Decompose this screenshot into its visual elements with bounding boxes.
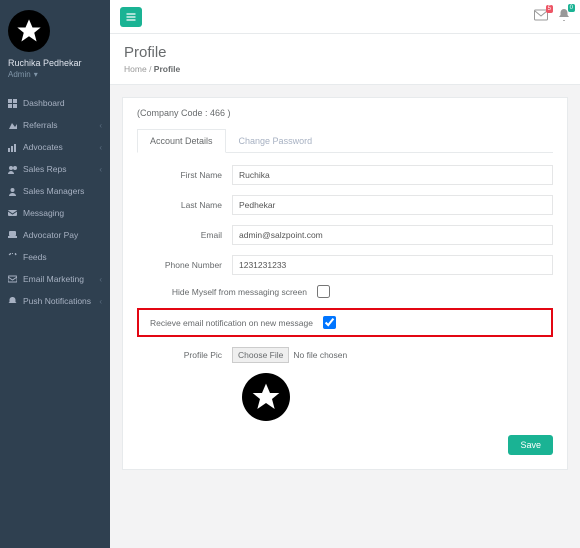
hide-myself-label: Hide Myself from messaging screen [137,287,317,297]
sidebar-item-label: Advocator Pay [23,230,78,240]
sidebar-item-label: Push Notifications [23,296,91,306]
sidebar-item-label: Feeds [23,252,47,262]
star-icon [15,17,43,45]
nav-icon [8,165,17,174]
hamburger-button[interactable] [120,7,142,27]
tab-account-details[interactable]: Account Details [137,129,226,153]
sidebar-item-label: Messaging [23,208,64,218]
hamburger-icon [126,12,136,22]
phone-label: Phone Number [137,260,232,270]
sidebar-item-label: Advocates [23,142,63,152]
nav-icon [8,253,17,262]
phone-input[interactable] [232,255,553,275]
page-heading: Profile Home / Profile [110,34,580,85]
choose-file-button[interactable]: Choose File [232,347,289,363]
sidebar-item-label: Sales Reps [23,164,66,174]
profile-pic-label: Profile Pic [137,350,232,360]
nav-icon [8,231,17,240]
breadcrumb-home[interactable]: Home [124,64,147,74]
email-label: Email [137,230,232,240]
nav-icon [8,209,17,218]
sidebar-item-label: Referrals [23,120,57,130]
main: 5 0 Profile Home / Profile (Company Code… [110,0,580,548]
chevron-left-icon: ‹ [99,121,102,130]
chevron-left-icon: ‹ [99,297,102,306]
sidebar-item-push-notifications[interactable]: Push Notifications ‹ [0,290,110,312]
user-role-toggle[interactable]: Admin ▾ [8,70,38,79]
sidebar-nav: Dashboard Referrals ‹ Advocates ‹ Sales Reps ‹… [0,92,110,312]
breadcrumb-current: Profile [154,64,180,74]
email-notification-highlight: Recieve email notification on new messag… [137,308,553,337]
sidebar-item-email-marketing[interactable]: Email Marketing ‹ [0,268,110,290]
email-notification-label: Recieve email notification on new messag… [143,318,323,328]
last-name-label: Last Name [137,200,232,210]
bell-button[interactable]: 0 [558,8,570,25]
save-button[interactable]: Save [508,435,553,455]
nav-icon [8,187,17,196]
nav-icon [8,121,17,130]
sidebar-item-sales-managers[interactable]: Sales Managers [0,180,110,202]
company-code: (Company Code : 466 ) [137,108,553,118]
chevron-left-icon: ‹ [99,275,102,284]
email-input[interactable] [232,225,553,245]
breadcrumb: Home / Profile [124,64,566,74]
profile-pic-preview [242,373,290,421]
bell-badge: 0 [568,4,575,12]
tabs: Account Details Change Password [137,128,553,153]
sidebar-item-messaging[interactable]: Messaging [0,202,110,224]
sidebar: Ruchika Pedhekar Admin ▾ Dashboard Referr… [0,0,110,548]
mail-button[interactable]: 5 [534,9,548,24]
content: (Company Code : 466 ) Account Details Ch… [110,85,580,548]
first-name-input[interactable] [232,165,553,185]
chevron-left-icon: ‹ [99,143,102,152]
first-name-label: First Name [137,170,232,180]
sidebar-item-advocates[interactable]: Advocates ‹ [0,136,110,158]
chevron-left-icon: ‹ [99,165,102,174]
file-status: No file chosen [293,350,347,360]
profile-panel: (Company Code : 466 ) Account Details Ch… [122,97,568,470]
sidebar-item-dashboard[interactable]: Dashboard [0,92,110,114]
tab-change-password[interactable]: Change Password [226,129,326,153]
sidebar-item-referrals[interactable]: Referrals ‹ [0,114,110,136]
sidebar-item-feeds[interactable]: Feeds [0,246,110,268]
form-actions: Save [137,435,553,455]
sidebar-item-label: Dashboard [23,98,65,108]
user-role-label: Admin [8,70,31,79]
avatar [8,10,50,52]
topbar-icons: 5 0 [534,8,570,25]
nav-icon [8,99,17,108]
nav-icon [8,297,17,306]
sidebar-item-sales-reps[interactable]: Sales Reps ‹ [0,158,110,180]
last-name-input[interactable] [232,195,553,215]
mail-badge: 5 [546,5,553,13]
email-notification-checkbox[interactable] [323,316,336,329]
sidebar-item-advocator-pay[interactable]: Advocator Pay [0,224,110,246]
file-input[interactable]: Choose File No file chosen [232,347,347,363]
user-name: Ruchika Pedhekar [8,58,102,68]
topbar: 5 0 [110,0,580,34]
star-icon [250,381,282,413]
sidebar-item-label: Sales Managers [23,186,84,196]
hide-myself-checkbox[interactable] [317,285,330,298]
page-title: Profile [124,44,566,61]
chevron-down-icon: ▾ [34,70,38,79]
sidebar-header: Ruchika Pedhekar Admin ▾ [0,0,110,86]
nav-icon [8,143,17,152]
sidebar-item-label: Email Marketing [23,274,84,284]
nav-icon [8,275,17,284]
